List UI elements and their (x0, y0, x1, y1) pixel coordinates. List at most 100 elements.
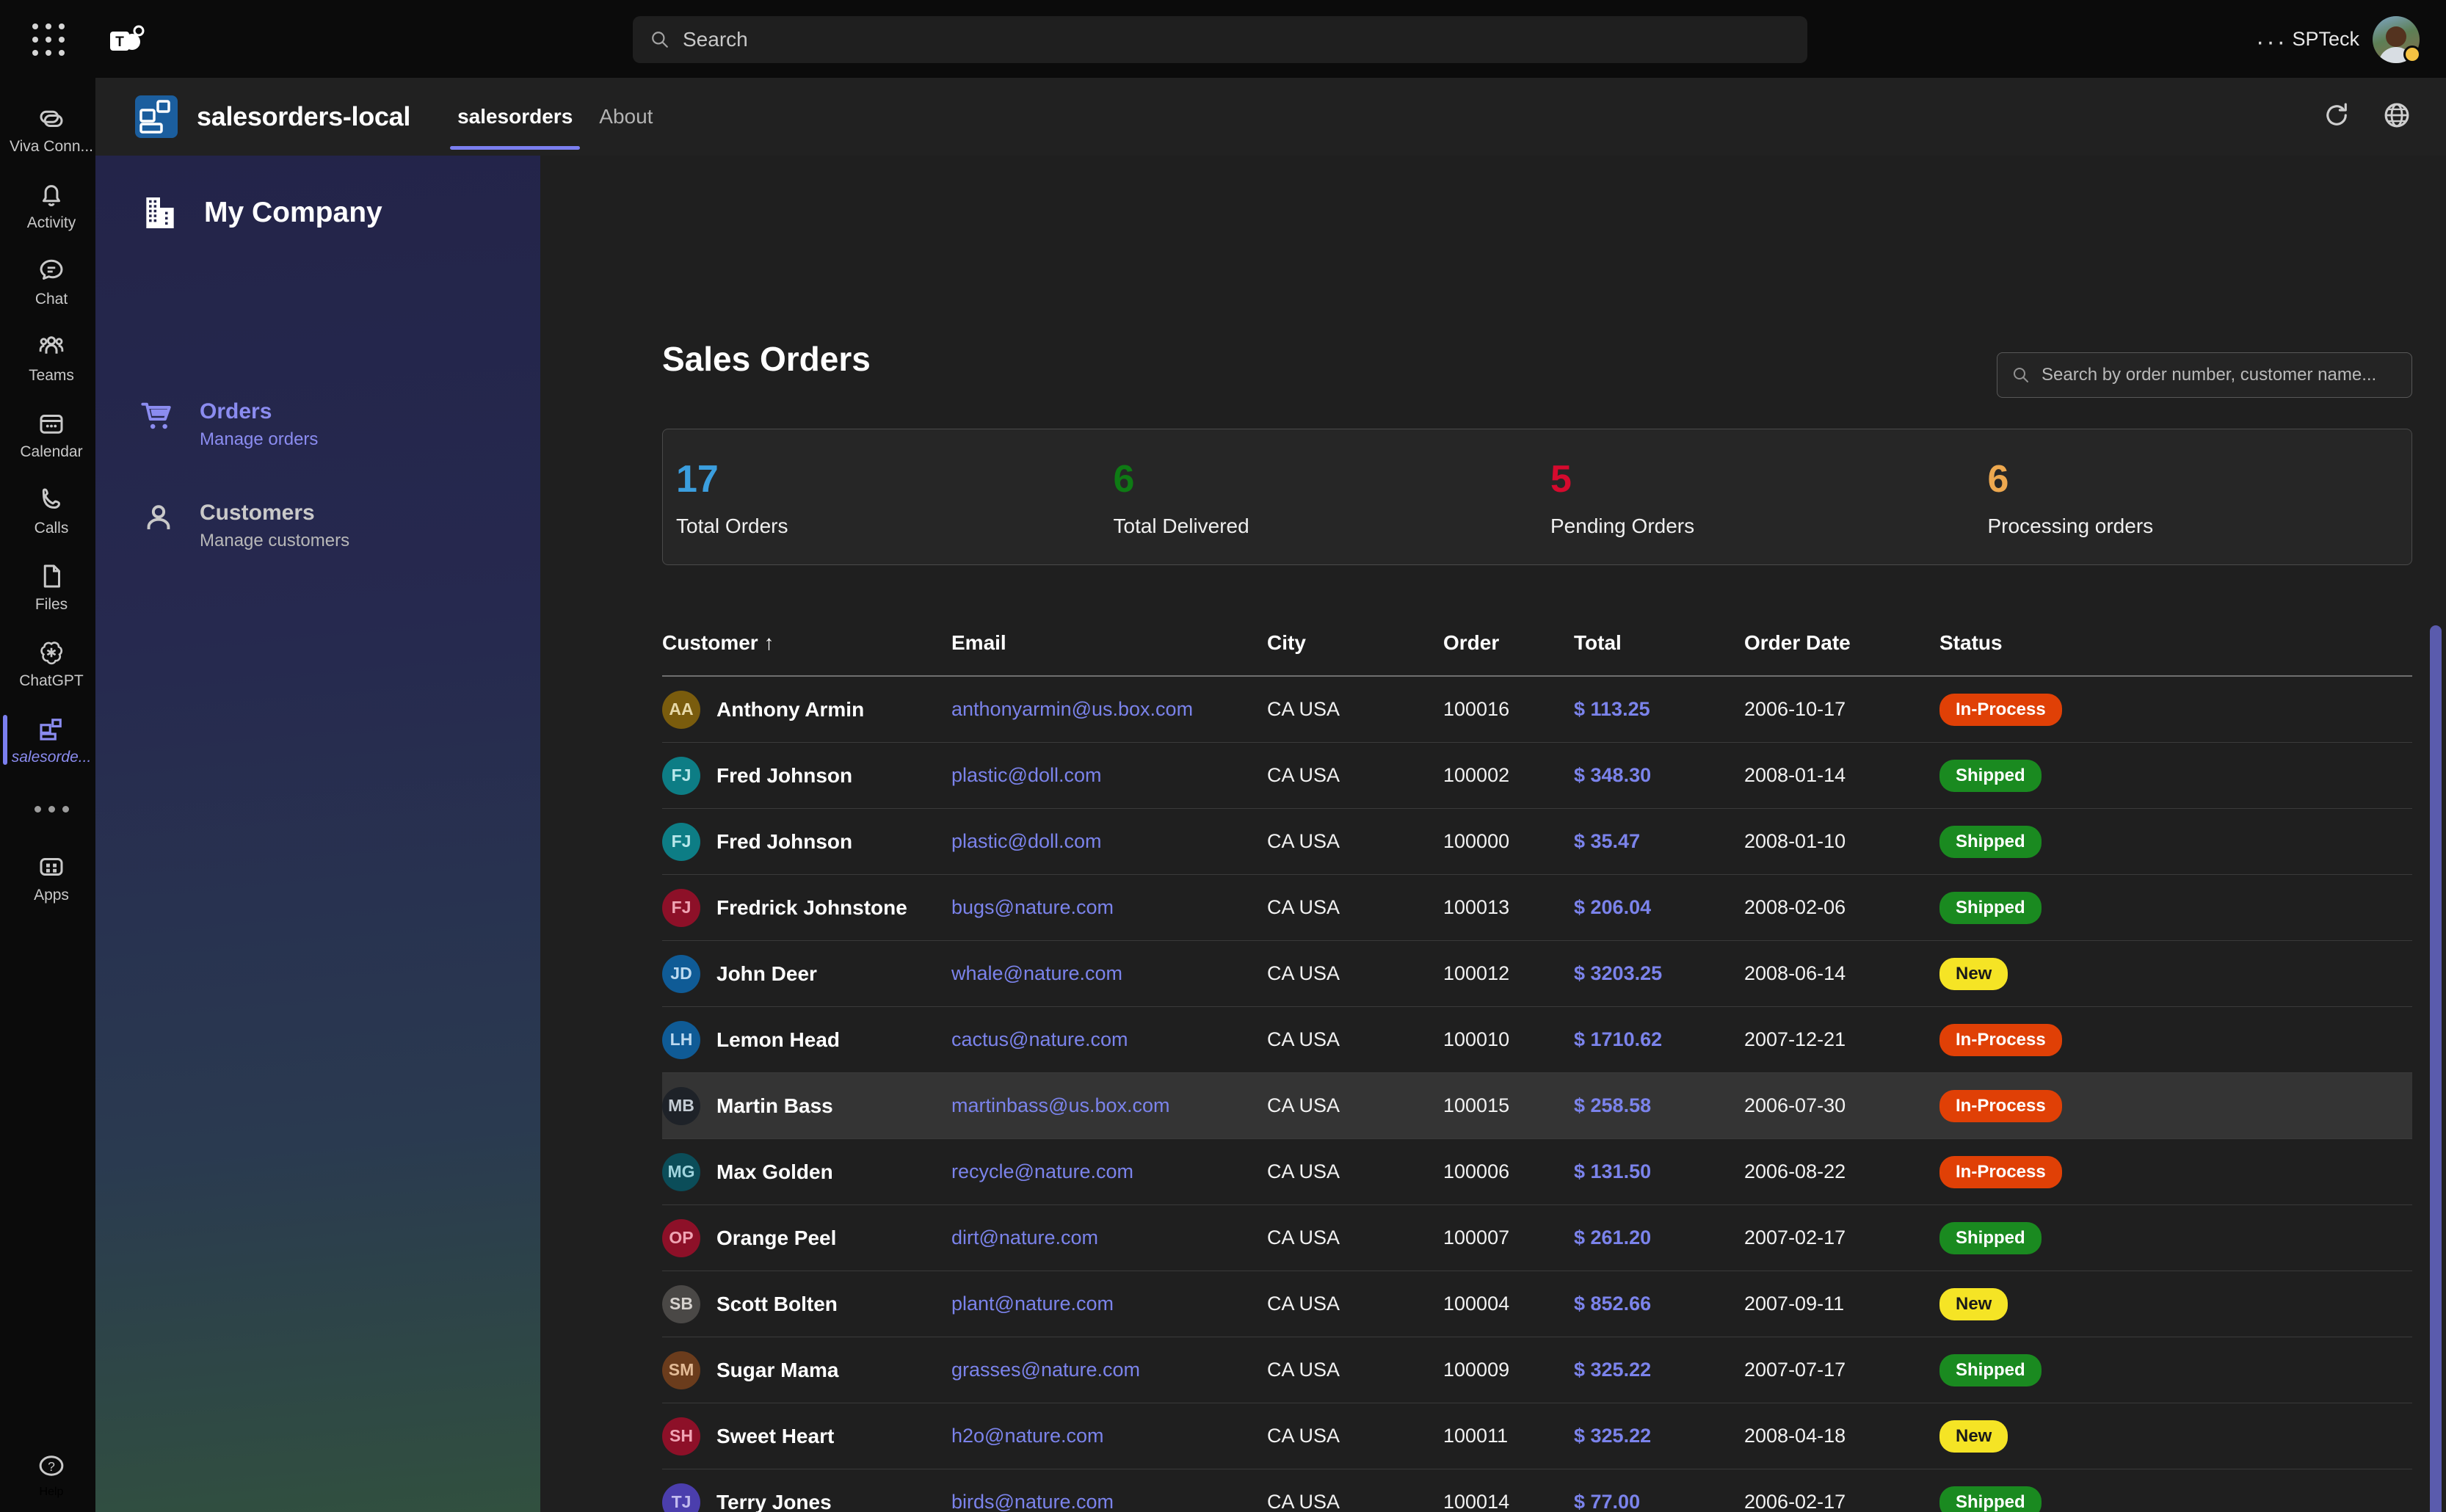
file-icon (36, 561, 67, 592)
column-header-city[interactable]: City (1267, 631, 1443, 655)
table-row[interactable]: FJFred Johnsonplastic@doll.comCA USA1000… (662, 743, 2412, 809)
order-date: 2008-01-14 (1744, 764, 1846, 786)
app-tabs: salesorders About (444, 78, 666, 156)
app-launcher-icon[interactable] (32, 23, 66, 57)
stat-caption: Total Orders (676, 515, 1100, 538)
customer-name: Scott Bolten (716, 1293, 838, 1316)
tab-about[interactable]: About (586, 78, 666, 156)
city-value: CA USA (1267, 1425, 1340, 1447)
tab-salesorders[interactable]: salesorders (444, 78, 586, 156)
stat-caption: Total Delivered (1114, 515, 1538, 538)
sidebar-item-salesorders[interactable]: salesorde... (0, 702, 103, 778)
email-link[interactable]: plastic@doll.com (951, 764, 1101, 786)
email-link[interactable]: anthonyarmin@us.box.com (951, 698, 1193, 720)
email-link[interactable]: cactus@nature.com (951, 1028, 1128, 1050)
globe-icon[interactable] (2381, 100, 2412, 131)
stat-value: 17 (676, 460, 1100, 498)
table-row[interactable]: MBMartin Bassmartinbass@us.box.comCA USA… (662, 1073, 2412, 1139)
city-value: CA USA (1267, 830, 1340, 852)
order-date: 2008-04-18 (1744, 1425, 1846, 1447)
email-link[interactable]: plant@nature.com (951, 1293, 1114, 1315)
avatar: FJ (662, 889, 700, 927)
email-link[interactable]: dirt@nature.com (951, 1226, 1098, 1249)
refresh-icon[interactable] (2321, 100, 2352, 131)
nav-item-customers[interactable]: Customers Manage customers (139, 499, 349, 555)
sidebar-item-teams[interactable]: Teams (0, 320, 103, 396)
column-header-customer[interactable]: Customer ↑ (662, 631, 951, 655)
sidebar-item-calls[interactable]: Calls (0, 473, 103, 549)
order-date: 2007-09-11 (1744, 1293, 1844, 1315)
email-link[interactable]: grasses@nature.com (951, 1359, 1140, 1381)
order-number: 100006 (1443, 1160, 1509, 1182)
status-badge: Shipped (1939, 760, 2042, 792)
column-header-total[interactable]: Total (1574, 631, 1744, 655)
table-row[interactable]: SBScott Boltenplant@nature.comCA USA1000… (662, 1271, 2412, 1337)
table-row[interactable]: AAAnthony Arminanthonyarmin@us.box.comCA… (662, 677, 2412, 743)
shopping-cart-icon (139, 398, 178, 436)
email-link[interactable]: h2o@nature.com (951, 1425, 1104, 1447)
sidebar-item-chatgpt[interactable]: ChatGPT (0, 625, 103, 702)
table-row[interactable]: FJFredrick Johnstonebugs@nature.comCA US… (662, 875, 2412, 941)
column-header-order-date[interactable]: Order Date (1744, 631, 1939, 655)
sidebar-item-activity[interactable]: Activity (0, 167, 103, 244)
order-number: 100015 (1443, 1094, 1509, 1116)
teams-logo-icon[interactable]: T (107, 21, 145, 59)
customer-name: Sweet Heart (716, 1425, 834, 1448)
order-total: $ 325.22 (1574, 1425, 1651, 1447)
email-link[interactable]: birds@nature.com (951, 1491, 1114, 1512)
app-logo-icon (134, 94, 179, 139)
nav-item-orders[interactable]: Orders Manage orders (139, 398, 318, 454)
nav-item-title: Orders (200, 398, 318, 426)
email-link[interactable]: whale@nature.com (951, 962, 1122, 984)
order-number: 100004 (1443, 1293, 1509, 1315)
order-total: $ 35.47 (1574, 830, 1640, 852)
stat-value: 6 (1114, 460, 1538, 498)
sidebar-item-chat[interactable]: Chat (0, 244, 103, 320)
sidebar-item-files[interactable]: Files (0, 549, 103, 625)
sidebar-item-label: Chat (35, 291, 68, 308)
sidebar-item-help[interactable]: ? Help (0, 1450, 103, 1499)
apps-grid-icon (36, 851, 67, 882)
table-row[interactable]: SMSugar Mamagrasses@nature.comCA USA1000… (662, 1337, 2412, 1403)
order-total: $ 258.58 (1574, 1094, 1651, 1116)
column-header-order[interactable]: Order (1443, 631, 1574, 655)
email-link[interactable]: recycle@nature.com (951, 1160, 1133, 1182)
order-total: $ 206.04 (1574, 896, 1651, 918)
stats-summary-card: 17 Total Orders 6 Total Delivered 5 Pend… (662, 429, 2412, 565)
table-row[interactable]: LHLemon Headcactus@nature.comCA USA10001… (662, 1007, 2412, 1073)
order-number: 100002 (1443, 764, 1509, 786)
company-name: My Company (204, 197, 382, 229)
more-apps-icon[interactable] (0, 778, 103, 840)
global-search-input[interactable]: Search (633, 16, 1807, 63)
sidebar-item-apps[interactable]: Apps (0, 840, 103, 916)
sidebar-item-label: Teams (29, 367, 74, 385)
avatar: OP (662, 1219, 700, 1257)
order-total: $ 131.50 (1574, 1160, 1651, 1182)
status-badge: New (1939, 1420, 2008, 1453)
order-total: $ 261.20 (1574, 1226, 1651, 1249)
email-link[interactable]: martinbass@us.box.com (951, 1094, 1170, 1116)
customer-name: John Deer (716, 962, 817, 986)
column-header-status[interactable]: Status (1939, 631, 2160, 655)
table-scrollbar-thumb[interactable] (2430, 625, 2442, 1512)
table-row[interactable]: FJFred Johnsonplastic@doll.comCA USA1000… (662, 809, 2412, 875)
table-row[interactable]: JDJohn Deerwhale@nature.comCA USA100012$… (662, 941, 2412, 1007)
table-row[interactable]: TJTerry Jonesbirds@nature.comCA USA10001… (662, 1469, 2412, 1512)
status-badge: In-Process (1939, 1090, 2062, 1122)
column-header-email[interactable]: Email (951, 631, 1267, 655)
nav-item-subtitle: Manage customers (200, 527, 349, 555)
order-search-input[interactable]: Search by order number, customer name... (1997, 352, 2412, 398)
city-value: CA USA (1267, 1094, 1340, 1116)
email-link[interactable]: bugs@nature.com (951, 896, 1114, 918)
sidebar-item-calendar[interactable]: Calendar (0, 396, 103, 473)
company-header: My Company (139, 192, 382, 233)
table-row[interactable]: SHSweet Hearth2o@nature.comCA USA100011$… (662, 1403, 2412, 1469)
stat-value: 6 (1988, 460, 2412, 498)
email-link[interactable]: plastic@doll.com (951, 830, 1101, 852)
city-value: CA USA (1267, 698, 1340, 720)
top-more-options-icon[interactable]: ··· (2256, 29, 2287, 54)
table-row[interactable]: MGMax Goldenrecycle@nature.comCA USA1000… (662, 1139, 2412, 1205)
calendar-icon (36, 408, 67, 439)
sidebar-item-viva-connections[interactable]: Viva Conn... (0, 91, 103, 167)
table-row[interactable]: OPOrange Peeldirt@nature.comCA USA100007… (662, 1205, 2412, 1271)
